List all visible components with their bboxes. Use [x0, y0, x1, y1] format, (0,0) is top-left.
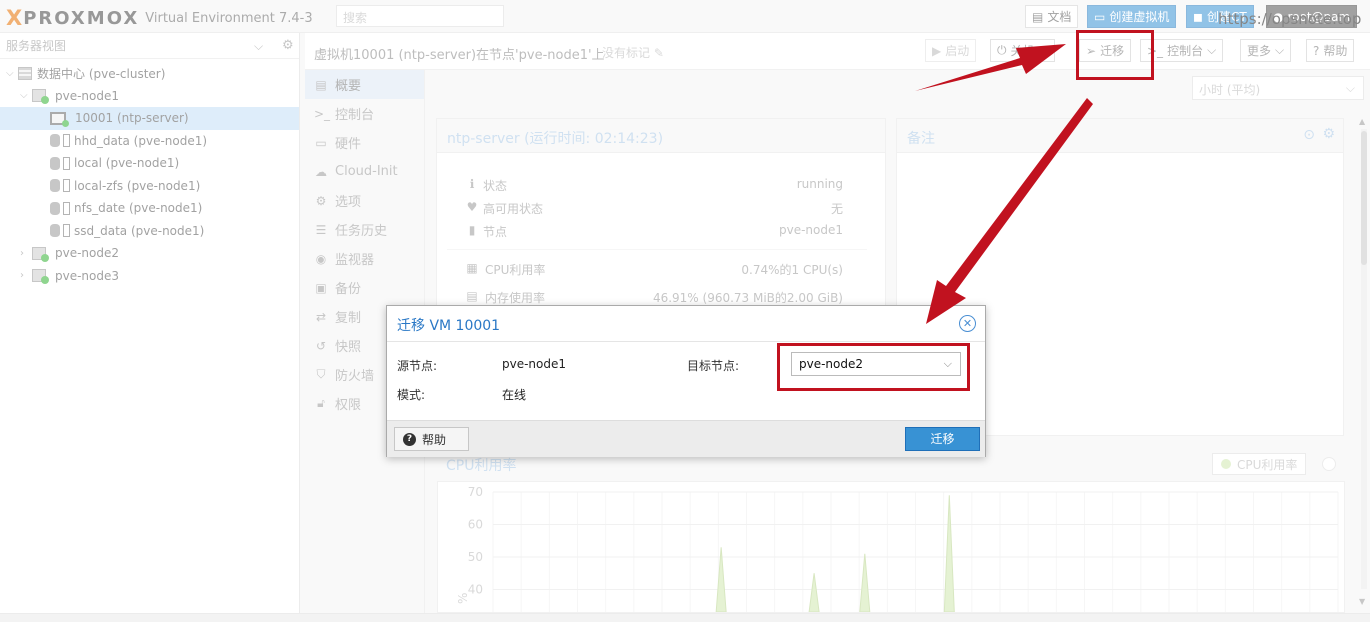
arrow-to-migrate [915, 44, 1066, 91]
arrow-to-target-node [926, 98, 1093, 324]
annotation-arrows [915, 44, 1093, 324]
